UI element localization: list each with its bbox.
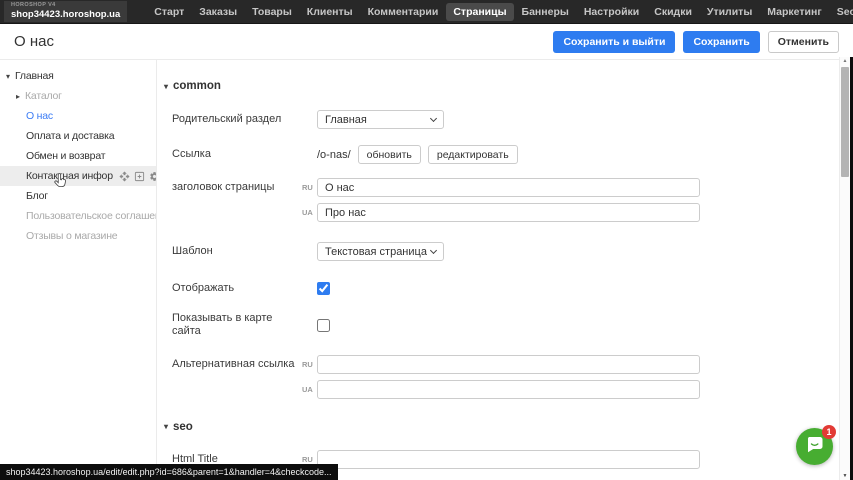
save-exit-button[interactable]: Сохранить и выйти xyxy=(553,31,675,53)
pages-tree-sidebar: ▾ Главная ▸ Каталог О нас Оплата и доста… xyxy=(0,60,157,480)
logo-domain: shop34423.horoshop.ua xyxy=(11,10,120,20)
sidebar-item-label: Обмен и возврат xyxy=(26,150,105,162)
menu-item-start[interactable]: Старт xyxy=(147,3,191,21)
topbar: HOROSHOP V4 shop34423.horoshop.ua Старт … xyxy=(0,0,853,24)
menu-item-clients[interactable]: Клиенты xyxy=(300,3,360,21)
sidebar-item-label: Блог xyxy=(26,190,48,202)
page-edit-form: ▾ common Родительский раздел Главная Ссы… xyxy=(157,60,853,480)
menu-item-banners[interactable]: Баннеры xyxy=(515,3,576,21)
menu-item-utilities[interactable]: Утилиты xyxy=(700,3,759,21)
scroll-down-icon[interactable]: ▼ xyxy=(840,473,850,479)
menu-item-marketing[interactable]: Маркетинг xyxy=(760,3,828,21)
page-title: О нас xyxy=(14,33,54,50)
add-page-icon[interactable] xyxy=(134,171,145,182)
sidebar-item-label: Контактная инфор xyxy=(26,170,113,182)
section-common[interactable]: ▾ common xyxy=(164,80,853,92)
sidebar-item-o-nas[interactable]: О нас xyxy=(0,106,156,126)
page-title-label: заголовок страницы xyxy=(172,178,302,194)
sidebar-item-otzyvy[interactable]: Отзывы о магазине xyxy=(0,226,156,246)
html-title-ru-input[interactable] xyxy=(317,450,700,469)
chat-widget-button[interactable]: 1 xyxy=(796,428,833,465)
parent-section-value: Главная xyxy=(325,114,367,126)
lang-tag-ru: RU xyxy=(302,183,315,192)
chevron-right-icon[interactable]: ▸ xyxy=(16,92,25,101)
sidebar-item-label: О нас xyxy=(26,110,53,122)
chat-bubble-icon xyxy=(805,436,824,458)
sidebar-item-kontaktnaya-infor[interactable]: Контактная инфор xyxy=(0,166,156,186)
settings-gear-icon[interactable] xyxy=(149,171,156,182)
scroll-up-icon[interactable]: ▲ xyxy=(840,58,850,64)
sidebar-item-blog[interactable]: Блог xyxy=(0,186,156,206)
display-label: Отображать xyxy=(172,282,302,295)
sidebar-item-label: Каталог xyxy=(25,90,62,102)
link-label: Ссылка xyxy=(172,145,302,161)
logo-version: HOROSHOP V4 xyxy=(11,3,120,9)
menu-item-products[interactable]: Товары xyxy=(245,3,299,21)
main-menu: Старт Заказы Товары Клиенты Комментарии … xyxy=(147,3,853,21)
chevron-down-icon xyxy=(430,247,437,254)
sidebar-item-label: Главная xyxy=(15,70,54,82)
menu-item-orders[interactable]: Заказы xyxy=(192,3,244,21)
sidebar-item-soglashenie[interactable]: Пользовательское соглашение xyxy=(0,206,156,226)
alt-link-ru-input[interactable] xyxy=(317,355,700,374)
section-common-title: common xyxy=(173,80,221,92)
refresh-link-button[interactable]: обновить xyxy=(358,145,421,164)
sidebar-item-oplata-dostavka[interactable]: Оплата и доставка xyxy=(0,126,156,146)
menu-item-settings[interactable]: Настройки xyxy=(577,3,646,21)
edit-link-button[interactable]: редактировать xyxy=(428,145,518,164)
chevron-down-icon: ▾ xyxy=(164,82,168,91)
template-value: Текстовая страница xyxy=(325,246,427,258)
menu-item-seo[interactable]: Seo xyxy=(830,3,853,21)
lang-tag-ru: RU xyxy=(302,360,315,369)
link-path-value: /o-nas/ xyxy=(317,149,351,161)
save-button[interactable]: Сохранить xyxy=(683,31,759,53)
parent-section-label: Родительский раздел xyxy=(172,110,302,126)
move-icon[interactable] xyxy=(119,171,130,182)
sidebar-item-glavnaya[interactable]: ▾ Главная xyxy=(0,66,156,86)
chevron-down-icon: ▾ xyxy=(164,422,168,431)
template-select[interactable]: Текстовая страница xyxy=(317,242,444,261)
chevron-down-icon xyxy=(430,115,437,122)
parent-section-select[interactable]: Главная xyxy=(317,110,444,129)
cancel-button[interactable]: Отменить xyxy=(768,31,839,53)
scrollbar-thumb[interactable] xyxy=(841,67,849,177)
scrollbar: ▲ ▼ xyxy=(839,57,850,480)
page-header: О нас Сохранить и выйти Сохранить Отмени… xyxy=(0,24,853,60)
sidebar-item-obmen-vozvrat[interactable]: Обмен и возврат xyxy=(0,146,156,166)
link-status-tooltip: shop34423.horoshop.ua/edit/edit.php?id=6… xyxy=(0,464,338,480)
sitemap-checkbox[interactable] xyxy=(317,319,330,332)
chevron-down-icon[interactable]: ▾ xyxy=(6,72,15,81)
menu-item-pages[interactable]: Страницы xyxy=(446,3,513,21)
sidebar-item-label: Отзывы о магазине xyxy=(26,230,117,242)
chat-unread-badge: 1 xyxy=(822,425,836,439)
lang-tag-ua: UA xyxy=(302,208,315,217)
alt-link-label: Альтернативная ссылка xyxy=(172,355,302,371)
sitemap-label: Показывать в карте сайта xyxy=(172,312,302,338)
menu-item-discounts[interactable]: Скидки xyxy=(647,3,699,21)
lang-tag-ru: RU xyxy=(302,455,315,464)
sidebar-item-label: Пользовательское соглашение xyxy=(26,210,156,222)
template-label: Шаблон xyxy=(172,242,302,258)
sidebar-item-katalog[interactable]: ▸ Каталог xyxy=(0,86,156,106)
menu-item-comments[interactable]: Комментарии xyxy=(361,3,446,21)
page-title-ua-input[interactable] xyxy=(317,203,700,222)
section-seo[interactable]: ▾ seo xyxy=(164,421,853,433)
sidebar-item-label: Оплата и доставка xyxy=(26,130,114,142)
logo[interactable]: HOROSHOP V4 shop34423.horoshop.ua xyxy=(4,1,127,22)
display-checkbox[interactable] xyxy=(317,282,330,295)
section-seo-title: seo xyxy=(173,421,193,433)
page-title-ru-input[interactable] xyxy=(317,178,700,197)
lang-tag-ua: UA xyxy=(302,385,315,394)
alt-link-ua-input[interactable] xyxy=(317,380,700,399)
